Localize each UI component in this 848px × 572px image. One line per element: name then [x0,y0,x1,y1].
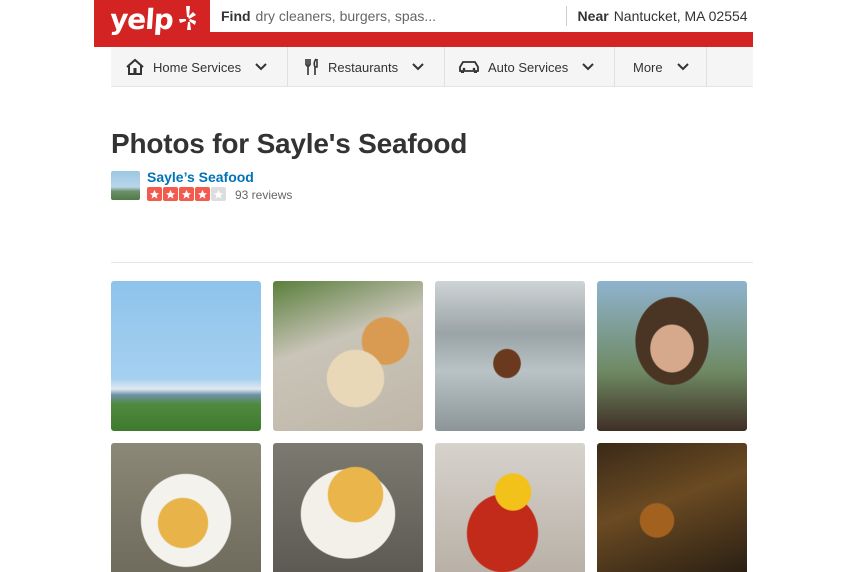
nav-label: Auto Services [488,59,569,75]
star-rating [147,187,226,201]
star-icon [147,187,162,201]
star-icon [163,187,178,201]
chevron-down-icon [255,63,267,71]
nav-home-services[interactable]: Home Services [111,47,288,87]
nav-restaurants[interactable]: Restaurants [288,47,445,87]
nav-label: Restaurants [328,59,399,75]
photo-thumbnail[interactable] [597,443,747,572]
section-divider [111,262,753,263]
chevron-down-icon [582,63,594,71]
nav-label: More [633,59,663,75]
star-empty-icon [211,187,226,201]
chevron-down-icon [412,63,424,71]
photo-thumbnail[interactable] [273,443,423,572]
find-input[interactable]: dry cleaners, burgers, spas... [256,8,546,24]
search-bar: Find dry cleaners, burgers, spas... Near… [210,0,753,32]
photo-thumbnail[interactable] [597,281,747,431]
nav-more[interactable]: More [615,47,707,87]
yelp-burst-icon [178,6,196,30]
business-name-link[interactable]: Sayle’s Seafood [147,169,254,185]
find-label: Find [221,8,251,24]
top-header: yelp Find dry cleaners, burgers, spas...… [94,0,753,47]
house-icon [126,58,144,75]
star-icon [195,187,210,201]
fork-knife-icon [305,58,318,75]
review-count: 93 reviews [235,188,293,202]
nav-auto-services[interactable]: Auto Services [445,47,615,87]
chevron-down-icon [676,63,689,71]
star-icon [179,187,194,201]
page-title: Photos for Sayle's Seafood [111,128,468,159]
logo-text: yelp [108,2,175,36]
yelp-logo[interactable]: yelp [108,2,201,36]
nav-label: Home Services [153,59,242,75]
near-label: Near [577,8,609,24]
search-divider [565,6,567,26]
near-input[interactable]: Nantucket, MA 02554 [614,8,748,24]
photo-thumbnail[interactable] [273,281,423,431]
photo-thumbnail[interactable] [111,443,261,572]
business-thumbnail[interactable] [111,171,140,200]
photo-thumbnail[interactable] [435,443,585,572]
photo-thumbnail[interactable] [435,281,585,431]
category-nav: Home Services Restaurants Auto Services … [111,47,753,87]
photo-thumbnail[interactable] [111,281,261,431]
car-icon [459,61,479,73]
